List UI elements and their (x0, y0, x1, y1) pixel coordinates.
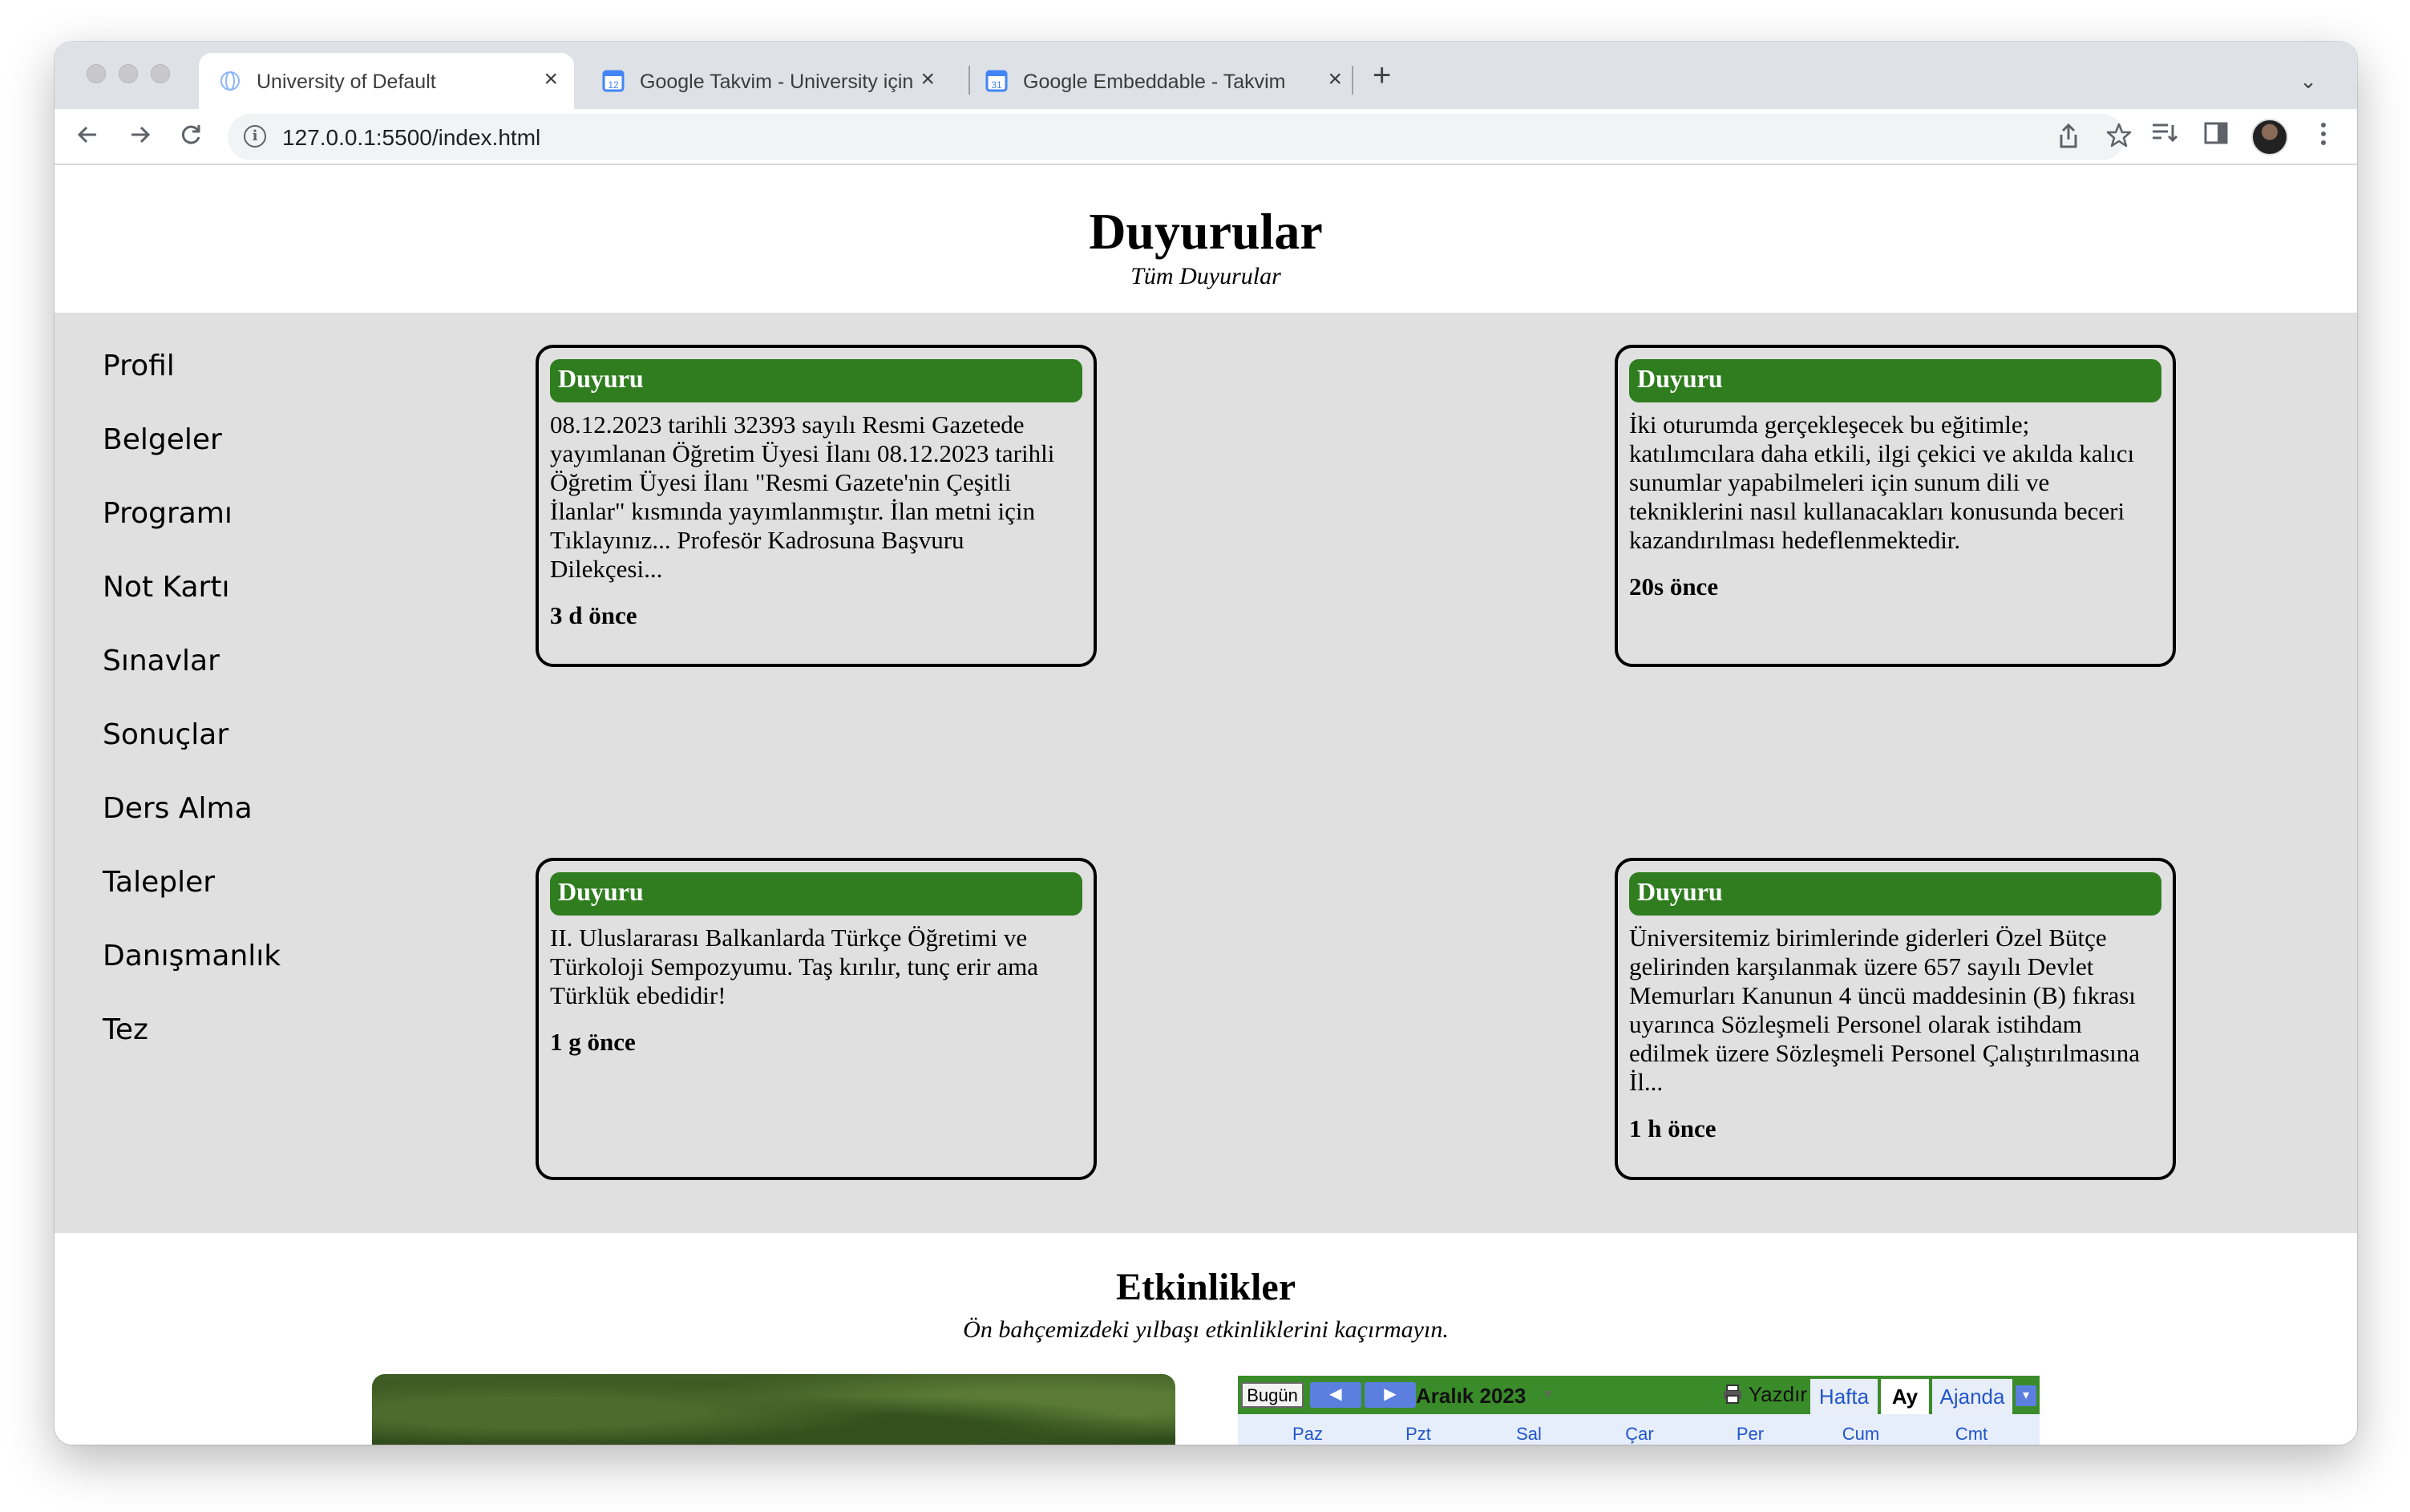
events-title: Etkinlikler (1115, 1266, 1296, 1308)
site-info-icon[interactable]: i (244, 125, 266, 148)
announcement-time: 1 h önce (1629, 1114, 1717, 1142)
announcement-header: Duyuru (1629, 359, 2161, 402)
calendar-day-headers: Paz Pzt Sal Çar Per Cum Cmt (1238, 1414, 2040, 1445)
view-tab-month[interactable]: Ay (1881, 1379, 1929, 1414)
day-header: Cum (1842, 1424, 1880, 1444)
menu-icon[interactable] (2319, 120, 2328, 154)
tab-title: Google Takvim - University için (640, 71, 912, 93)
tab-separator (1352, 66, 1353, 95)
sidebar-item-programi[interactable]: Programı (103, 497, 233, 530)
profile-avatar[interactable] (2251, 119, 2288, 156)
printer-icon (1724, 1385, 1741, 1404)
event-photo (372, 1374, 1175, 1445)
sidebar-item-profil[interactable]: Profil (103, 350, 175, 382)
address-bar[interactable]: i 127.0.0.1:5500/index.html (228, 114, 2132, 160)
sidebar-item-danismanlik[interactable]: Danışmanlık (103, 940, 281, 972)
tab-title: Google Embeddable - Takvim (1023, 71, 1286, 93)
sidebar-item-ders-alma[interactable]: Ders Alma (103, 792, 253, 825)
reload-icon[interactable] (176, 120, 205, 156)
web-page: Duyurular Tüm Duyurular Profil Belgeler … (55, 175, 2357, 1445)
zoom-window-icon[interactable] (151, 64, 170, 83)
day-header: Per (1736, 1424, 1765, 1444)
announcement-card[interactable]: Duyuru İki oturumda gerçekleşecek bu eği… (1615, 345, 2176, 667)
google-calendar-icon: 31 (985, 70, 1008, 92)
prev-month-button[interactable]: ◀ (1310, 1382, 1361, 1408)
sidebar-item-talepler[interactable]: Talepler (103, 866, 215, 899)
side-panel-icon[interactable] (2203, 120, 2229, 152)
view-tab-agenda[interactable]: Ajanda (1932, 1379, 2012, 1414)
minimize-window-icon[interactable] (119, 64, 138, 83)
day-header: Paz (1292, 1424, 1323, 1444)
new-tab-button[interactable]: + (1373, 59, 1391, 91)
announcement-header: Duyuru (550, 359, 1082, 402)
announcement-card[interactable]: Duyuru Üniversitemiz birimlerinde giderl… (1615, 858, 2176, 1180)
view-dropdown-icon[interactable]: ▾ (2016, 1385, 2036, 1406)
tab-google-embeddable[interactable]: 31 Google Embeddable - Takvim × (965, 53, 1358, 109)
calendar-month-label[interactable]: Aralık 2023 (1416, 1384, 1526, 1409)
page-title: Duyurular (1089, 203, 1323, 260)
announcement-body: II. Uluslararası Balkanlarda Türkçe Öğre… (550, 924, 1038, 1009)
events-subtitle: Ön bahçemizdeki yılbaşı etkinliklerini k… (963, 1316, 1449, 1343)
tab-google-takvim[interactable]: 12 Google Takvim - University için × (582, 53, 951, 109)
sidebar-item-sonuclar[interactable]: Sonuçlar (103, 718, 228, 751)
day-header: Pzt (1405, 1424, 1431, 1444)
announcement-time: 20s önce (1629, 572, 1719, 600)
sidebar-item-sinavlar[interactable]: Sınavlar (103, 645, 220, 677)
day-header: Cmt (1955, 1424, 1988, 1444)
chevron-down-icon[interactable]: ▾ (1544, 1384, 1552, 1404)
browser-toolbar: i 127.0.0.1:5500/index.html (55, 109, 2357, 165)
embedded-calendar: Bugün ◀ ▶ Aralık 2023 ▾ Yazdır Hafta Ay … (1238, 1376, 2040, 1445)
print-label: Yazdır (1748, 1382, 1807, 1406)
announcement-card[interactable]: Duyuru 08.12.2023 tarihli 32393 sayılı R… (536, 345, 1097, 667)
announcement-time: 3 d önce (550, 601, 637, 629)
tab-search-chevron-icon[interactable]: ⌄ (2299, 69, 2317, 94)
tab-close-icon[interactable]: × (544, 67, 558, 91)
url-text[interactable]: 127.0.0.1:5500/index.html (282, 125, 540, 151)
reading-list-icon[interactable] (2150, 120, 2179, 152)
share-icon[interactable] (2056, 122, 2081, 157)
tab-close-icon[interactable]: × (920, 67, 935, 91)
day-header: Sal (1516, 1424, 1542, 1444)
tab-university[interactable]: University of Default × (199, 53, 574, 109)
announcement-header: Duyuru (1629, 872, 2161, 916)
back-icon[interactable] (74, 120, 103, 156)
forward-icon[interactable] (125, 120, 154, 156)
sidebar-item-belgeler[interactable]: Belgeler (103, 423, 222, 456)
tab-title: University of Default (257, 71, 436, 93)
announcement-card[interactable]: Duyuru II. Uluslararası Balkanlarda Türk… (536, 858, 1097, 1180)
star-icon[interactable] (2105, 122, 2133, 156)
google-calendar-icon: 12 (602, 70, 625, 92)
announcement-body: İki oturumda gerçekleşecek bu eğitimle; … (1629, 410, 2135, 554)
next-month-button[interactable]: ▶ (1365, 1382, 1416, 1408)
sidebar-item-tez[interactable]: Tez (103, 1013, 148, 1046)
tab-strip: University of Default × 12 Google Takvim… (55, 42, 2357, 109)
today-button[interactable]: Bugün (1241, 1382, 1304, 1408)
globe-icon (220, 71, 240, 91)
close-window-icon[interactable] (87, 64, 106, 83)
tab-close-icon[interactable]: × (1328, 67, 1342, 91)
svg-text:12: 12 (608, 79, 619, 91)
announcement-body: Üniversitemiz birimlerinde giderleri Öze… (1629, 924, 2141, 1096)
browser-window: University of Default × 12 Google Takvim… (55, 42, 2357, 1445)
announcement-time: 1 g önce (550, 1028, 636, 1056)
sidebar-item-not-karti[interactable]: Not Kartı (103, 571, 229, 604)
announcement-body: 08.12.2023 tarihli 32393 sayılı Resmi Ga… (550, 410, 1055, 583)
announcement-header: Duyuru (550, 872, 1082, 916)
print-button[interactable]: Yazdır (1722, 1382, 1807, 1407)
view-tab-week[interactable]: Hafta (1810, 1379, 1878, 1414)
calendar-toolbar: Bugün ◀ ▶ Aralık 2023 ▾ Yazdır Hafta Ay … (1238, 1376, 2040, 1414)
svg-text:31: 31 (991, 79, 1002, 91)
day-header: Çar (1625, 1424, 1654, 1444)
page-subtitle: Tüm Duyurular (1130, 263, 1281, 289)
announcements-section: Profil Belgeler Programı Not Kartı Sınav… (55, 313, 2357, 1233)
